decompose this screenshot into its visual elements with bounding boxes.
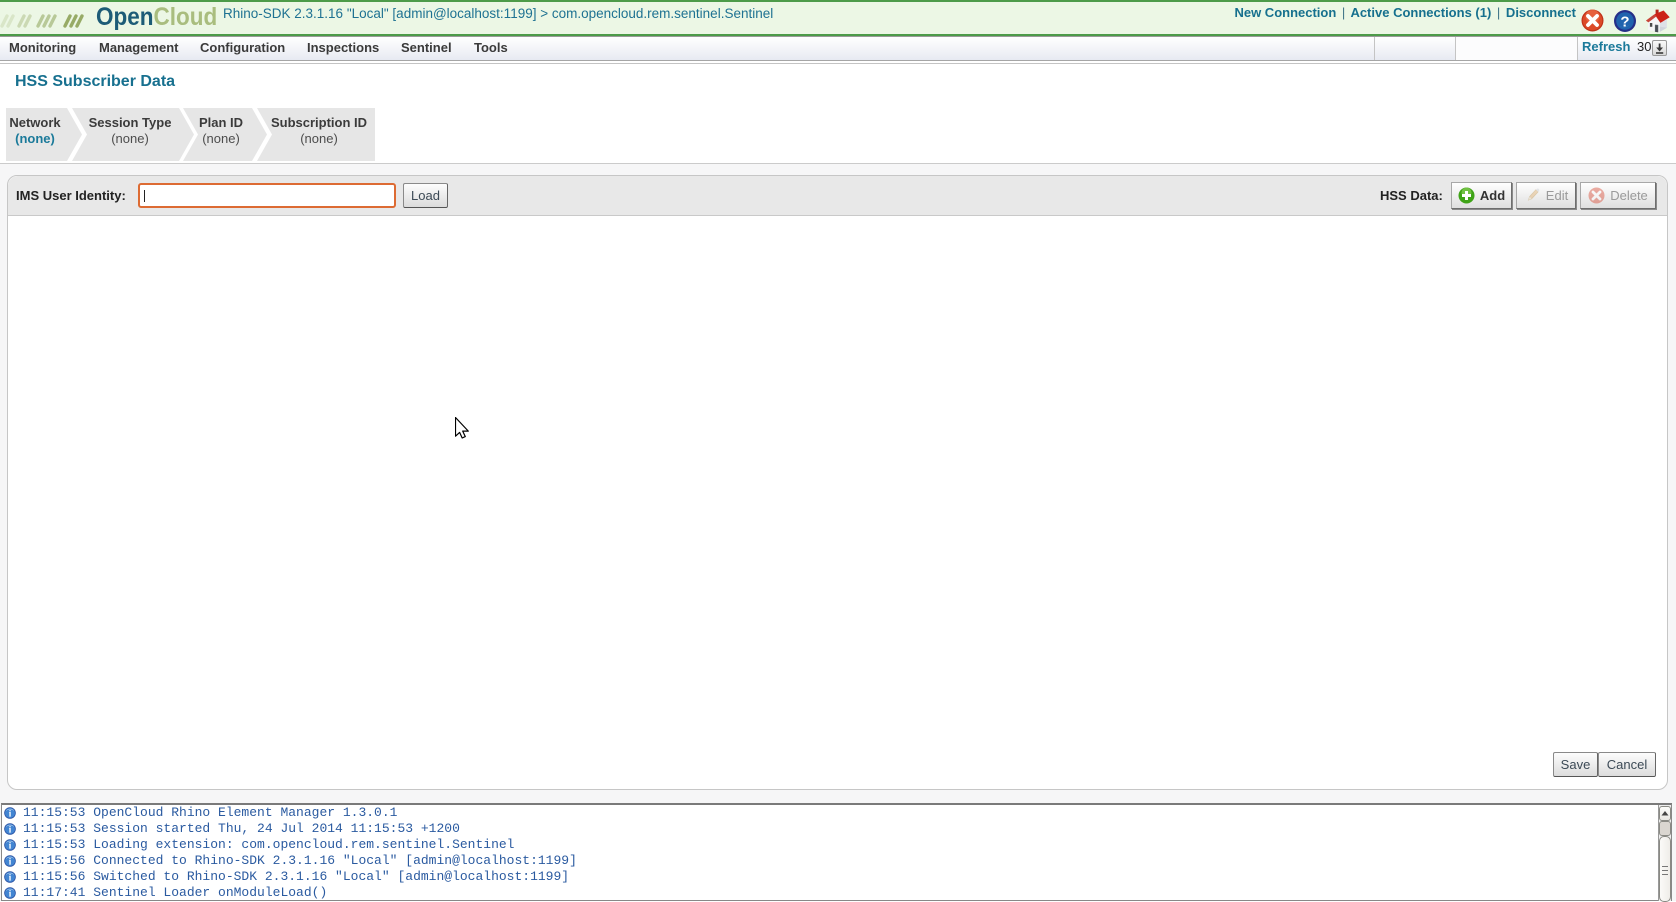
svg-text:?: ? [1620,14,1629,31]
